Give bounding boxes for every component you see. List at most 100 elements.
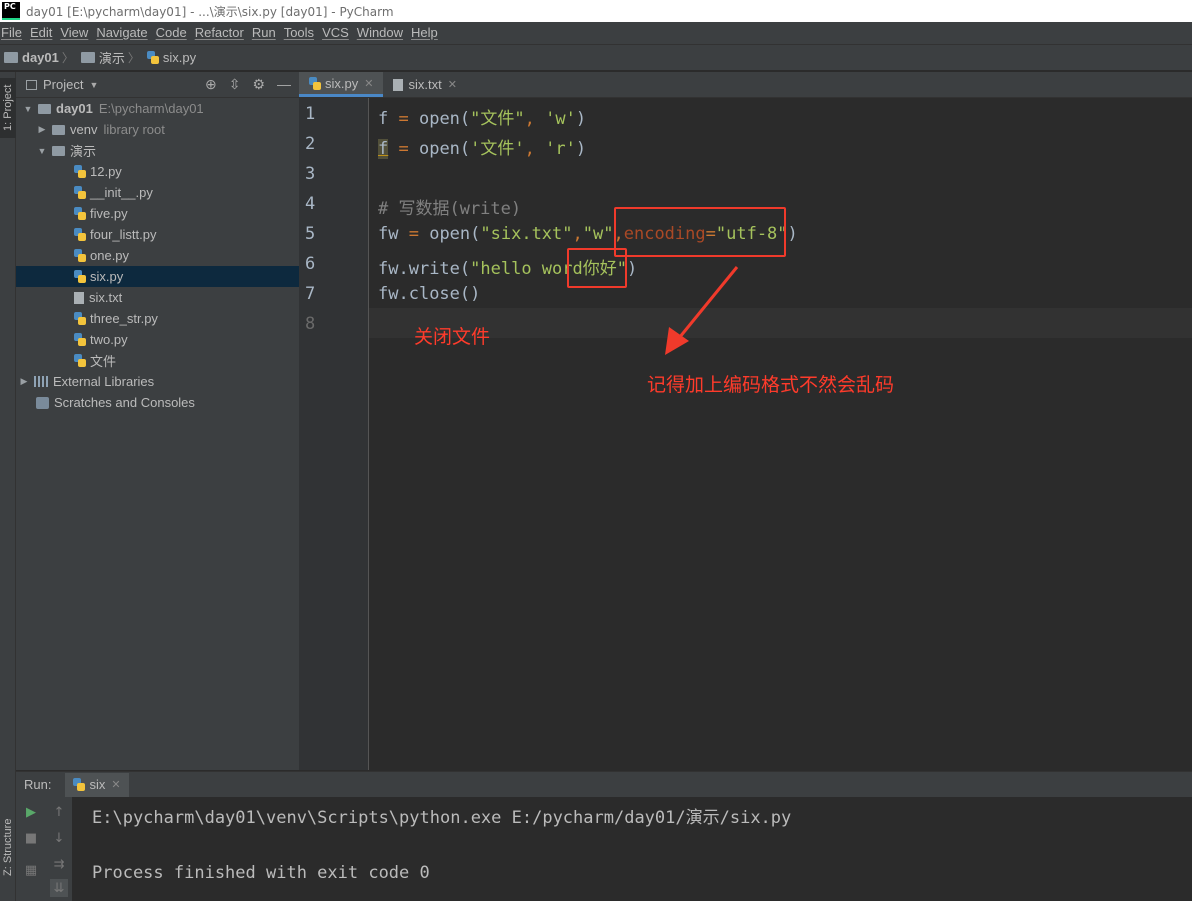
line-number: 4 [305, 194, 316, 214]
tree-item-file[interactable]: five.py [16, 203, 299, 224]
python-file-icon [74, 165, 86, 178]
expanded-arrow-icon: ▼ [37, 145, 47, 156]
title-bar: PC day01 [E:\pycharm\day01] - ...\演示\six… [0, 0, 1192, 22]
minimize-icon[interactable]: — [277, 76, 291, 93]
code-line-1: f = open("文件", 'w') [378, 109, 587, 129]
run-toolbar: ▶ ↑ ■ ↓ ▦ ⇉ ⇊ [16, 797, 72, 901]
scroll-to-end-icon[interactable]: ⇊ [50, 879, 68, 897]
menu-edit[interactable]: Edit [26, 22, 56, 44]
menu-view[interactable]: View [56, 22, 92, 44]
collapsed-arrow-icon: ▶ [38, 124, 46, 134]
line-number: 8 [305, 314, 316, 334]
layout-icon[interactable]: ▦ [22, 861, 40, 879]
python-file-icon [74, 186, 86, 199]
expanded-arrow-icon: ▼ [23, 103, 33, 114]
folder-icon [52, 124, 65, 135]
tree-item-file[interactable]: two.py [16, 329, 299, 350]
rerun-icon[interactable]: ▶ [22, 803, 40, 821]
console-line: Process finished with exit code 0 [92, 863, 430, 883]
stop-icon[interactable]: ■ [22, 829, 40, 847]
tab-six-py[interactable]: six.py ✕ [299, 72, 384, 97]
python-file-icon [74, 354, 86, 367]
left-tool-strip: 1: Project Z: Structure [0, 72, 16, 901]
tool-tab-project[interactable]: 1: Project [0, 78, 16, 138]
breadcrumb-item-file[interactable]: six.py [146, 50, 196, 65]
breadcrumb-item-day01[interactable]: day01 [4, 50, 59, 65]
tree-item-file[interactable]: four_listt.py [16, 224, 299, 245]
line-number: 6 [305, 254, 316, 274]
window-title: day01 [E:\pycharm\day01] - ...\演示\six.py… [26, 4, 394, 19]
code-line-2: f = open('文件', 'r') [378, 139, 587, 159]
collapsed-arrow-icon: ▶ [20, 376, 28, 386]
python-file-icon [74, 333, 86, 346]
tree-item-root[interactable]: ▼ day01 E:\pycharm\day01 [16, 98, 299, 119]
menu-file[interactable]: File [0, 22, 26, 44]
chevron-right-icon: 〉 [61, 51, 74, 65]
folder-icon [80, 52, 95, 63]
tree-item-scratches[interactable]: Scratches and Consoles [16, 392, 299, 413]
annotation-box-encoding [614, 207, 786, 257]
line-number: 1 [305, 104, 316, 124]
console-line: E:\pycharm\day01\venv\Scripts\python.exe… [92, 808, 792, 828]
tree-item-file[interactable]: 文件 [16, 350, 299, 371]
editor-tabs: six.py ✕ six.txt ✕ [299, 72, 1192, 98]
python-file-icon [74, 228, 86, 241]
close-icon[interactable]: ✕ [364, 77, 373, 90]
menu-navigate[interactable]: Navigate [92, 22, 151, 44]
code-editor[interactable]: 1 2 3 4 5 6 7 8 f = open("文件", 'w') f = … [299, 98, 1192, 770]
soft-wrap-icon[interactable]: ⇉ [50, 855, 68, 873]
code-line-4: # 写数据(write) [378, 199, 522, 219]
project-tree: ▼ day01 E:\pycharm\day01 ▶ venv library … [16, 98, 299, 413]
scratches-icon [36, 396, 49, 409]
tree-item-file[interactable]: 12.py [16, 161, 299, 182]
menu-window[interactable]: Window [353, 22, 407, 44]
close-icon[interactable]: ✕ [111, 778, 120, 791]
tree-item-file[interactable]: three_str.py [16, 308, 299, 329]
menu-help[interactable]: Help [407, 22, 442, 44]
pycharm-window: PC day01 [E:\pycharm\day01] - ...\演示\six… [0, 0, 1192, 901]
close-icon[interactable]: ✕ [448, 78, 457, 91]
folder-icon [38, 103, 51, 114]
line-number: 7 [305, 284, 316, 304]
run-tab-six[interactable]: six ✕ [65, 772, 129, 797]
locate-icon[interactable]: ⊕ [205, 76, 217, 93]
tree-item-file-selected[interactable]: six.py [16, 266, 299, 287]
tree-item-folder[interactable]: ▼ 演示 [16, 140, 299, 161]
text-file-icon [393, 78, 404, 91]
collapse-all-icon[interactable]: ⇳ [229, 76, 241, 93]
run-console[interactable]: E:\pycharm\day01\venv\Scripts\python.exe… [72, 797, 1192, 901]
project-view-selector[interactable]: Project ▼ [26, 77, 98, 92]
tab-six-txt[interactable]: six.txt ✕ [383, 72, 466, 97]
python-file-icon [74, 249, 86, 262]
line-number: 5 [305, 224, 316, 244]
breadcrumb-item-folder[interactable]: 演示 [80, 48, 125, 67]
tree-item-external-libraries[interactable]: ▶ External Libraries [16, 371, 299, 392]
menu-refactor[interactable]: Refactor [191, 22, 248, 44]
python-file-icon [73, 778, 86, 791]
python-file-icon [309, 76, 321, 90]
python-file-icon [74, 312, 86, 325]
tree-item-file[interactable]: __init__.py [16, 182, 299, 203]
tree-item-venv[interactable]: ▶ venv library root [16, 119, 299, 140]
line-number: 3 [305, 164, 316, 184]
menu-vcs[interactable]: VCS [318, 22, 353, 44]
scroll-down-icon[interactable]: ↓ [50, 829, 68, 847]
run-panel-header: Run: six ✕ [16, 771, 1192, 797]
run-label: Run: [24, 777, 52, 792]
python-file-icon [74, 207, 86, 220]
menu-code[interactable]: Code [152, 22, 191, 44]
chevron-right-icon: 〉 [127, 51, 140, 65]
annotation-reminder: 记得加上编码格式不然会乱码 [647, 374, 895, 396]
project-panel: Project ▼ ⊕ ⇳ ⚙ — ▼ day01 E:\pycharm\day… [16, 72, 299, 770]
annotation-box-chinese-text [567, 248, 627, 288]
menu-tools[interactable]: Tools [280, 22, 318, 44]
gear-icon[interactable]: ⚙ [252, 76, 265, 93]
tool-tab-structure[interactable]: Z: Structure [0, 812, 16, 882]
scroll-up-icon[interactable]: ↑ [50, 803, 68, 821]
tree-item-file[interactable]: six.txt [16, 287, 299, 308]
line-number-gutter: 1 2 3 4 5 6 7 8 [299, 98, 369, 770]
tree-item-file[interactable]: one.py [16, 245, 299, 266]
annotation-arrow-icon [665, 266, 739, 355]
menu-run[interactable]: Run [248, 22, 280, 44]
code-line-7: fw.close() [378, 284, 481, 304]
